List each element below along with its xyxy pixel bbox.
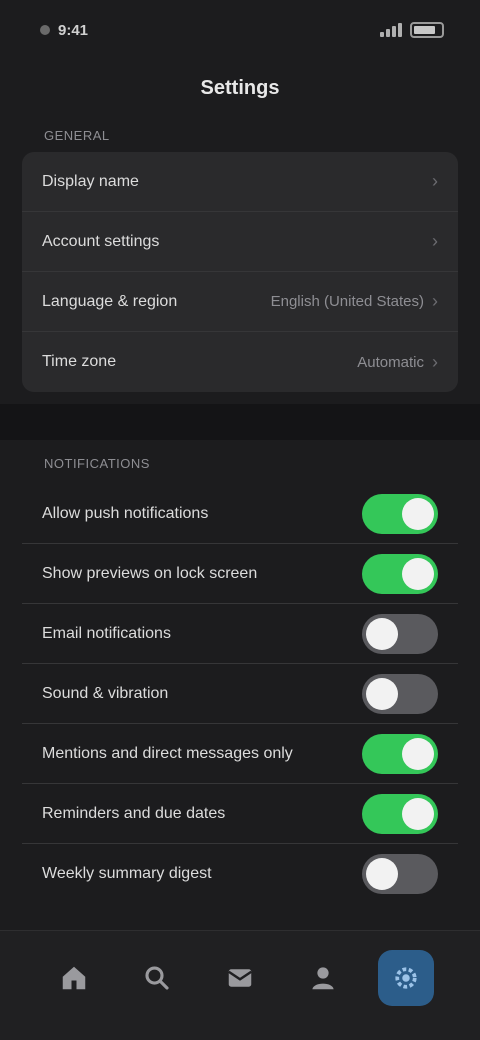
tab-settings[interactable] [378,949,435,1006]
row-label: Sound & vibration [42,684,169,702]
status-left: 9:41 [40,22,88,39]
row-label: Account settings [42,232,160,250]
row-value: › [424,171,438,192]
settings-icon [395,966,417,989]
signal-icon [380,23,402,37]
row-label: Mentions and direct messages only [42,744,293,762]
chevron-right-icon: › [432,351,438,372]
section-label-notifications: NOTIFICATIONS [44,456,150,471]
tab-profile[interactable] [295,950,351,1006]
toggle-knob [402,797,434,830]
row-label: Allow push notifications [42,504,209,522]
toggle-row: Show previews on lock screen [22,544,458,604]
toggle-row: Email notifications [22,604,458,664]
chevron-right-icon: › [432,171,438,191]
section-divider [0,404,480,440]
toggle-row: Mentions and direct messages only [22,724,458,784]
profile-icon [312,966,334,989]
inbox-icon [228,968,252,987]
toggle-switch[interactable] [362,553,438,594]
toggle-switch[interactable] [362,793,438,834]
chevron-right-icon: › [432,231,438,251]
toggle-row: Sound & vibration [22,664,458,724]
row-label: Weekly summary digest [42,865,212,882]
row-time-zone[interactable]: Time zone Automatic › [22,332,458,392]
toggle-switch[interactable] [362,733,438,774]
tab-bar [0,930,480,1040]
tab-inbox[interactable] [212,950,268,1006]
search-icon [145,965,169,990]
header: Settings [0,62,480,114]
toggle-knob [366,677,398,710]
status-right [380,22,444,38]
row-label: Language & region [42,292,178,310]
toggle-switch[interactable] [362,613,438,654]
row-label: Email notifications [42,624,171,642]
toggle-knob [402,557,434,590]
toggle-switch[interactable] [362,673,438,714]
toggle-knob [402,497,434,530]
page-title: Settings [200,76,280,99]
row-label: Reminders and due dates [42,804,226,822]
row-value: English (United States) › [270,291,438,311]
status-time: 9:41 [58,21,89,39]
toggle-row: Allow push notifications [22,484,458,544]
row-label: Display name [42,172,139,190]
row-value: Automatic › [357,351,438,372]
home-icon [62,966,85,989]
toggle-switch[interactable] [362,854,438,894]
camera-dot-icon [40,25,50,35]
row-value: › [424,231,438,252]
row-label: Time zone [42,353,117,370]
toggle-knob [366,617,398,650]
tab-home[interactable] [46,950,102,1006]
row-label: Show previews on lock screen [42,564,258,582]
row-account-settings[interactable]: Account settings › [22,212,458,272]
tab-search[interactable] [129,950,185,1006]
row-display-name[interactable]: Display name › [22,152,458,212]
notifications-group: Allow push notifications Show previews o… [22,484,458,904]
toggle-row: Reminders and due dates [22,784,458,844]
general-group: Display name › Account settings › Langua… [22,152,458,392]
battery-icon [410,22,444,38]
row-language[interactable]: Language & region English (United States… [22,272,458,332]
section-label-general: GENERAL [44,128,110,143]
status-bar: 9:41 [0,0,480,60]
toggle-row: Weekly summary digest [22,844,458,904]
toggle-knob [402,737,434,770]
toggle-knob [366,858,398,890]
chevron-right-icon: › [432,291,438,311]
toggle-switch[interactable] [362,493,438,534]
